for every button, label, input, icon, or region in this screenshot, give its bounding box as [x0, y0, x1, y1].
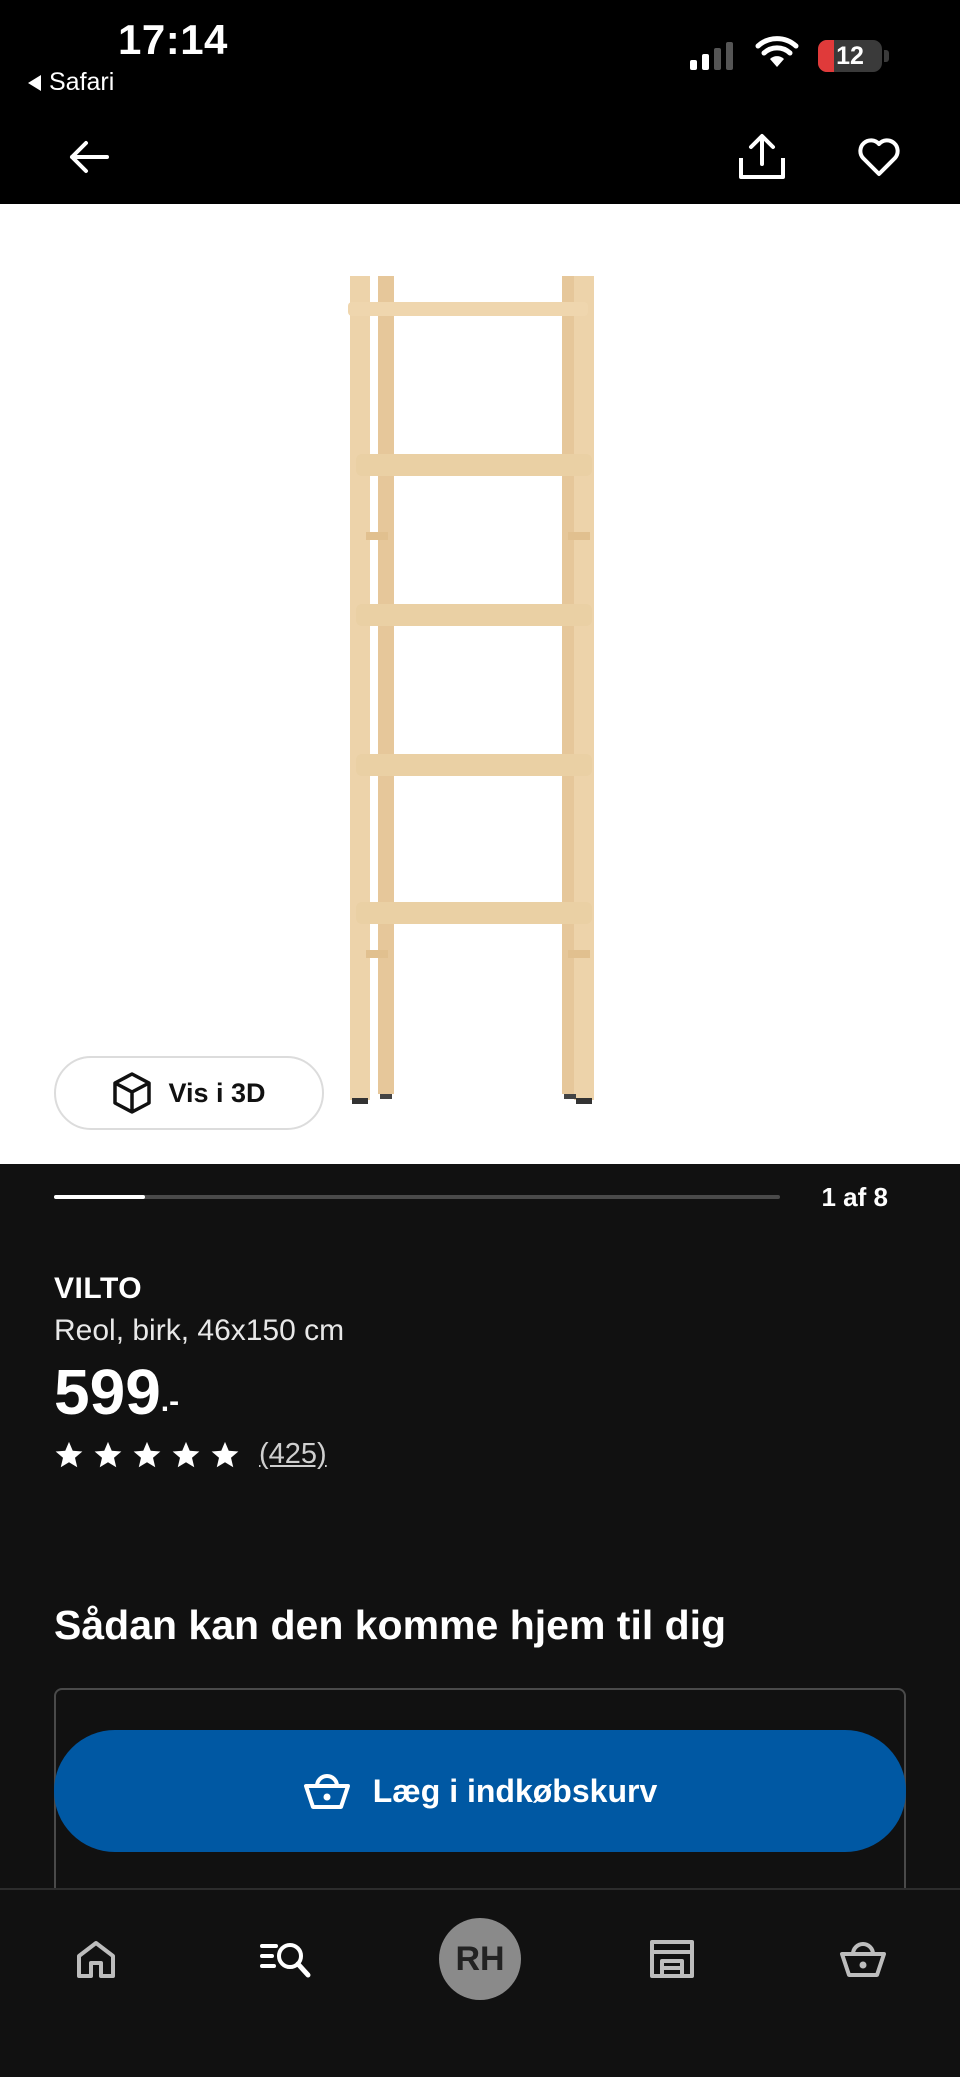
- price-amount: 599: [54, 1356, 161, 1428]
- bottom-tab-bar: RH: [0, 1888, 960, 2077]
- star-icon: [55, 1441, 83, 1467]
- favorite-button[interactable]: [850, 128, 908, 186]
- add-to-cart-button[interactable]: Læg i indkøbskurv: [54, 1730, 906, 1852]
- back-app-label: Safari: [49, 68, 115, 96]
- back-to-app-link[interactable]: Safari: [28, 68, 114, 97]
- cellular-signal-icon: [690, 42, 733, 70]
- product-description: Reol, birk, 46x150 cm: [54, 1314, 345, 1347]
- heart-icon: [858, 138, 900, 176]
- tab-search[interactable]: [241, 1914, 331, 2004]
- gallery-progress-bar: [54, 1195, 780, 1199]
- back-triangle-icon: [28, 74, 41, 91]
- view-in-3d-button[interactable]: Vis i 3D: [54, 1056, 324, 1130]
- product-rating[interactable]: (425): [54, 1438, 327, 1471]
- delivery-heading: Sådan kan den komme hjem til dig: [54, 1602, 727, 1648]
- cube-icon: [113, 1072, 152, 1114]
- product-price: 599 .-: [54, 1356, 179, 1428]
- back-button[interactable]: [60, 128, 118, 186]
- tab-basket[interactable]: [818, 1914, 908, 2004]
- star-icon: [133, 1441, 161, 1467]
- add-to-cart-label: Læg i indkøbskurv: [372, 1772, 658, 1809]
- share-button[interactable]: [733, 128, 791, 186]
- store-icon: [650, 1940, 694, 1978]
- product-brand: VILTO: [54, 1272, 143, 1305]
- gallery-counter: 1 af 8: [821, 1182, 889, 1212]
- rating-stars: [54, 1440, 240, 1470]
- battery-icon: 12: [818, 40, 882, 72]
- battery-level: 12: [836, 41, 864, 70]
- basket-icon: [840, 1942, 886, 1977]
- basket-icon: [303, 1774, 350, 1809]
- product-image-gallery[interactable]: Vis i 3D: [0, 204, 960, 1164]
- status-bar: 17:14 Safari 12: [0, 0, 960, 108]
- home-icon: [77, 1941, 115, 1978]
- price-suffix: .-: [160, 1385, 180, 1418]
- wifi-icon: [755, 36, 799, 67]
- clock: 17:14: [118, 16, 228, 63]
- top-nav-bar: [0, 108, 960, 204]
- tab-profile[interactable]: RH: [435, 1914, 525, 2004]
- search-icon: [260, 1943, 311, 1978]
- gallery-progress-fill: [54, 1195, 145, 1199]
- view-in-3d-label: Vis i 3D: [168, 1077, 266, 1108]
- star-icon: [172, 1441, 200, 1467]
- star-icon: [94, 1441, 122, 1467]
- profile-avatar: RH: [439, 1918, 521, 2000]
- tab-home[interactable]: [51, 1914, 141, 2004]
- tab-stores[interactable]: [627, 1914, 717, 2004]
- arrow-left-icon: [70, 141, 109, 173]
- product-page: 17:14 Safari 12 Vis i 3D 1 af 8 VILTO Re…: [0, 0, 960, 2077]
- review-count-link[interactable]: (425): [259, 1438, 327, 1471]
- share-icon: [739, 134, 785, 179]
- star-icon: [211, 1441, 239, 1467]
- product-image: [348, 276, 594, 1104]
